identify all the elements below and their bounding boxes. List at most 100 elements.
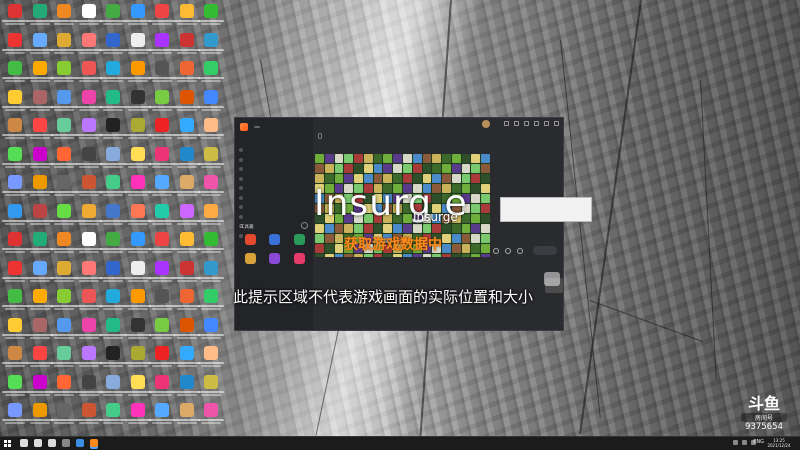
desktop-shortcut[interactable]	[100, 373, 126, 401]
desktop-shortcut[interactable]	[173, 31, 200, 59]
tools-settings-icon[interactable]	[301, 222, 308, 229]
desktop-shortcut[interactable]	[100, 344, 126, 372]
desktop-shortcut[interactable]	[198, 59, 224, 87]
desktop-shortcut[interactable]	[124, 31, 151, 59]
sidebar-game-item[interactable]	[239, 213, 311, 221]
desktop-shortcut[interactable]	[75, 2, 102, 30]
desktop-shortcut[interactable]	[26, 401, 53, 429]
desktop-shortcut[interactable]	[2, 173, 28, 201]
desktop-shortcut[interactable]	[124, 259, 151, 287]
desktop-shortcut[interactable]	[75, 316, 102, 344]
desktop-shortcut[interactable]	[2, 202, 28, 230]
desktop-shortcut[interactable]	[173, 230, 200, 258]
desktop-shortcut[interactable]	[149, 88, 175, 116]
desktop-shortcut[interactable]	[100, 287, 126, 315]
sidebar-game-item[interactable]	[239, 194, 311, 202]
desktop-shortcut[interactable]	[198, 344, 224, 372]
desktop-shortcut[interactable]	[75, 31, 102, 59]
close-icon[interactable]	[554, 121, 559, 126]
desktop-shortcut[interactable]	[2, 401, 28, 429]
desktop-shortcut[interactable]	[173, 116, 200, 144]
tool-item[interactable]	[287, 253, 312, 266]
desktop-shortcut[interactable]	[75, 401, 102, 429]
desktop-shortcut[interactable]	[51, 145, 77, 173]
clock[interactable]: 13:25 2021/12/24	[766, 438, 792, 448]
desktop-shortcut[interactable]	[124, 116, 151, 144]
desktop-shortcut[interactable]	[75, 145, 102, 173]
desktop-shortcut[interactable]	[149, 401, 175, 429]
desktop-shortcut[interactable]	[124, 401, 151, 429]
desktop-shortcut[interactable]	[75, 259, 102, 287]
maximize-icon[interactable]	[544, 121, 549, 126]
desktop-shortcut[interactable]	[51, 401, 77, 429]
desktop-shortcut[interactable]	[198, 31, 224, 59]
desktop-shortcut[interactable]	[149, 173, 175, 201]
desktop-shortcut[interactable]	[173, 145, 200, 173]
desktop-shortcut[interactable]	[124, 59, 151, 87]
desktop-shortcut[interactable]	[100, 59, 126, 87]
tool-item[interactable]	[287, 234, 312, 247]
desktop-shortcut[interactable]	[100, 401, 126, 429]
desktop-shortcut[interactable]	[2, 116, 28, 144]
desktop-shortcut[interactable]	[51, 373, 77, 401]
desktop-shortcut[interactable]	[2, 287, 28, 315]
tool-item[interactable]	[238, 234, 263, 247]
tool-item[interactable]	[263, 253, 288, 266]
sidebar-game-item[interactable]	[239, 175, 311, 183]
desktop-shortcut[interactable]	[51, 88, 77, 116]
desktop-shortcut[interactable]	[51, 259, 77, 287]
desktop-shortcut[interactable]	[173, 2, 200, 30]
desktop-shortcut[interactable]	[100, 116, 126, 144]
desktop-shortcut[interactable]	[26, 31, 53, 59]
desktop-shortcut[interactable]	[124, 344, 151, 372]
desktop-shortcut[interactable]	[51, 287, 77, 315]
desktop-shortcut[interactable]	[51, 59, 77, 87]
desktop-shortcut[interactable]	[149, 230, 175, 258]
desktop-shortcut[interactable]	[124, 287, 151, 315]
desktop-shortcut[interactable]	[149, 344, 175, 372]
desktop-shortcut[interactable]	[173, 88, 200, 116]
desktop-shortcut[interactable]	[100, 230, 126, 258]
next-icon[interactable]	[517, 248, 523, 254]
desktop-shortcut[interactable]	[149, 259, 175, 287]
sidebar-game-item[interactable]	[239, 203, 311, 211]
desktop-shortcut[interactable]	[173, 59, 200, 87]
desktop-shortcut[interactable]	[2, 316, 28, 344]
desktop-shortcut[interactable]	[173, 344, 200, 372]
desktop-shortcut[interactable]	[26, 344, 53, 372]
desktop-shortcut[interactable]	[26, 173, 53, 201]
network-icon[interactable]	[742, 440, 747, 445]
desktop-shortcut[interactable]	[100, 259, 126, 287]
desktop-shortcut[interactable]	[26, 373, 53, 401]
desktop-shortcut[interactable]	[149, 287, 175, 315]
tray-arrow-icon[interactable]	[733, 440, 738, 445]
desktop-shortcut[interactable]	[2, 230, 28, 258]
desktop-shortcut[interactable]	[2, 31, 28, 59]
desktop-shortcut[interactable]	[198, 401, 224, 429]
desktop-shortcut[interactable]	[26, 202, 53, 230]
desktop-shortcut[interactable]	[26, 2, 53, 30]
desktop-shortcut[interactable]	[100, 2, 126, 30]
taskbar-app-icon[interactable]	[20, 439, 28, 447]
desktop-shortcut[interactable]	[100, 173, 126, 201]
desktop-shortcut[interactable]	[26, 259, 53, 287]
desktop-shortcut[interactable]	[173, 373, 200, 401]
skin-icon[interactable]	[514, 121, 519, 126]
desktop-shortcut[interactable]	[2, 59, 28, 87]
desktop-shortcut[interactable]	[198, 173, 224, 201]
desktop-shortcut[interactable]	[124, 316, 151, 344]
desktop-shortcut[interactable]	[100, 88, 126, 116]
taskbar-app-icon[interactable]	[62, 439, 70, 447]
desktop-shortcut[interactable]	[2, 88, 28, 116]
desktop-shortcut[interactable]	[75, 116, 102, 144]
windows-start-icon[interactable]	[4, 440, 11, 447]
sidebar-game-item[interactable]	[239, 156, 311, 164]
desktop-shortcut[interactable]	[124, 202, 151, 230]
minimize-icon[interactable]	[534, 121, 539, 126]
desktop-shortcut[interactable]	[26, 316, 53, 344]
sidebar-game-item[interactable]	[239, 146, 311, 154]
desktop-shortcut[interactable]	[173, 287, 200, 315]
desktop-shortcut[interactable]	[100, 202, 126, 230]
taskbar-app-icon[interactable]	[34, 439, 42, 447]
play-icon[interactable]	[505, 248, 511, 254]
